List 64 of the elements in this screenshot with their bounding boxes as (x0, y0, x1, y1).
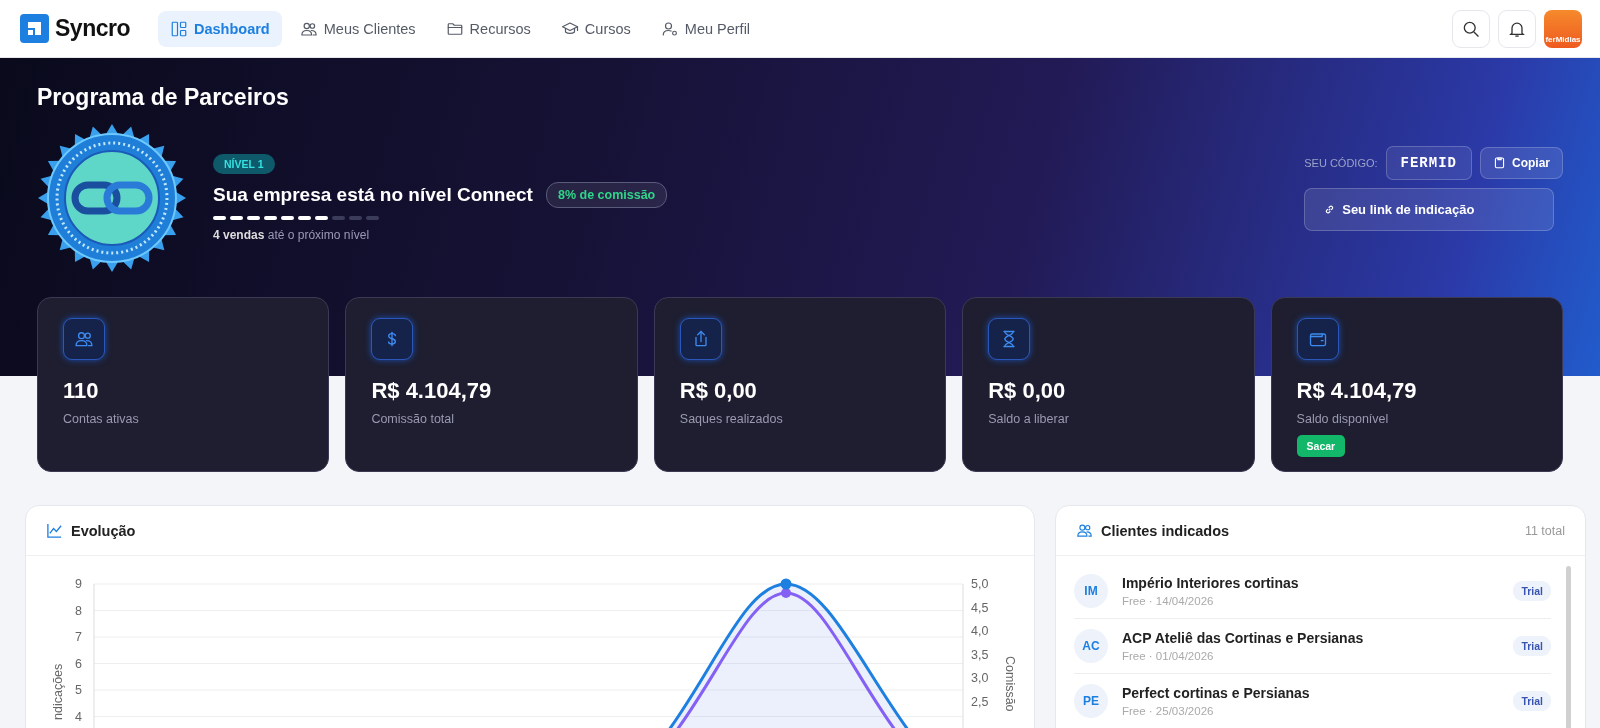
axis-tick: 4,0 (971, 624, 989, 638)
line-chart-icon (46, 522, 63, 539)
progress-note: 4 vendas até o próximo nível (213, 228, 371, 242)
referral-code: FERMID (1385, 145, 1472, 180)
commission-badge: 8% de comissão (545, 182, 668, 208)
referral-link-button[interactable]: Seu link de indicação (1304, 187, 1555, 231)
stat-label: Saques realizados (679, 412, 783, 426)
level-title: Sua empresa está no nível Connect (213, 184, 533, 206)
stat-label: Contas ativas (63, 412, 139, 426)
users-icon (1076, 522, 1093, 539)
status-badge: Trial (1513, 691, 1551, 711)
axis-tick: 8 (75, 603, 82, 618)
client-name: Império Interiores cortinas (1122, 575, 1299, 591)
axis-tick: 5,0 (971, 577, 989, 591)
nav-tab[interactable]: Cursos (548, 10, 643, 47)
initials-avatar: IM (1074, 574, 1108, 608)
axis-tick: 3,5 (971, 647, 989, 662)
axis-tick: 5 (75, 683, 82, 697)
code-label: SEU CÓDIGO: (1304, 156, 1378, 169)
axis-tick: 6 (75, 656, 82, 671)
axis-tick: 4,5 (971, 600, 989, 615)
user-gear-icon (660, 19, 679, 38)
status-badge: Trial (1513, 636, 1551, 656)
notifications-button[interactable] (1498, 9, 1536, 48)
status-badge: Trial (1513, 581, 1551, 601)
nav-tab[interactable]: Meus Clientes (287, 10, 428, 47)
client-plan-date: Free · 14/04/2026 (1122, 595, 1215, 607)
axis-tick: 3,0 (971, 671, 989, 685)
stat-value: R$ 0,00 (988, 378, 1066, 404)
axis-label: ndicações (51, 663, 65, 720)
client-plan-date: Free · 25/03/2026 (1122, 705, 1215, 717)
nav-tab[interactable]: Dashboard (158, 10, 282, 47)
scrollbar[interactable] (1566, 566, 1571, 728)
panel-title: Clientes indicados (1101, 522, 1230, 539)
client-name: ACP Ateliê das Cortinas e Persianas (1122, 630, 1364, 646)
stat-value: R$ 4.104,79 (1296, 378, 1417, 404)
nav-tab[interactable]: Recursos (433, 10, 543, 47)
stat-label: Saldo disponível (1296, 412, 1389, 426)
stat-value: 110 (63, 378, 99, 404)
initials-avatar: AC (1074, 629, 1108, 663)
axis-label: Comissão (1003, 656, 1017, 712)
axis-tick: 2,5 (971, 694, 989, 709)
client-plan-date: Free · 01/04/2026 (1122, 650, 1215, 662)
axis-tick: 9 (75, 577, 82, 591)
initials-avatar: PE (1074, 684, 1108, 718)
search-button[interactable] (1452, 9, 1490, 48)
axis-tick: 4 (75, 709, 82, 724)
copy-button[interactable]: Copiar (1480, 146, 1563, 179)
stat-value: R$ 4.104,79 (371, 378, 492, 404)
axis-tick: 7 (75, 630, 82, 644)
clipboard-icon (1493, 156, 1506, 169)
layout-icon (170, 19, 188, 38)
level-badge: NÍVEL 1 (213, 154, 275, 174)
brand-name: Syncro (55, 15, 130, 42)
stat-value: R$ 0,00 (679, 378, 757, 404)
nav-tab[interactable]: Meu Perfil (648, 10, 763, 47)
stat-label: Saldo a liberar (988, 412, 1069, 426)
total-count: 11 total (1524, 523, 1565, 538)
page-title: Programa de Parceiros (37, 84, 290, 111)
panel-title: Evolução (71, 522, 136, 539)
stat-label: Comissão total (371, 412, 455, 426)
logo-icon (20, 14, 49, 43)
users-icon (74, 329, 94, 349)
client-name: Perfect cortinas e Persianas (1122, 685, 1310, 701)
